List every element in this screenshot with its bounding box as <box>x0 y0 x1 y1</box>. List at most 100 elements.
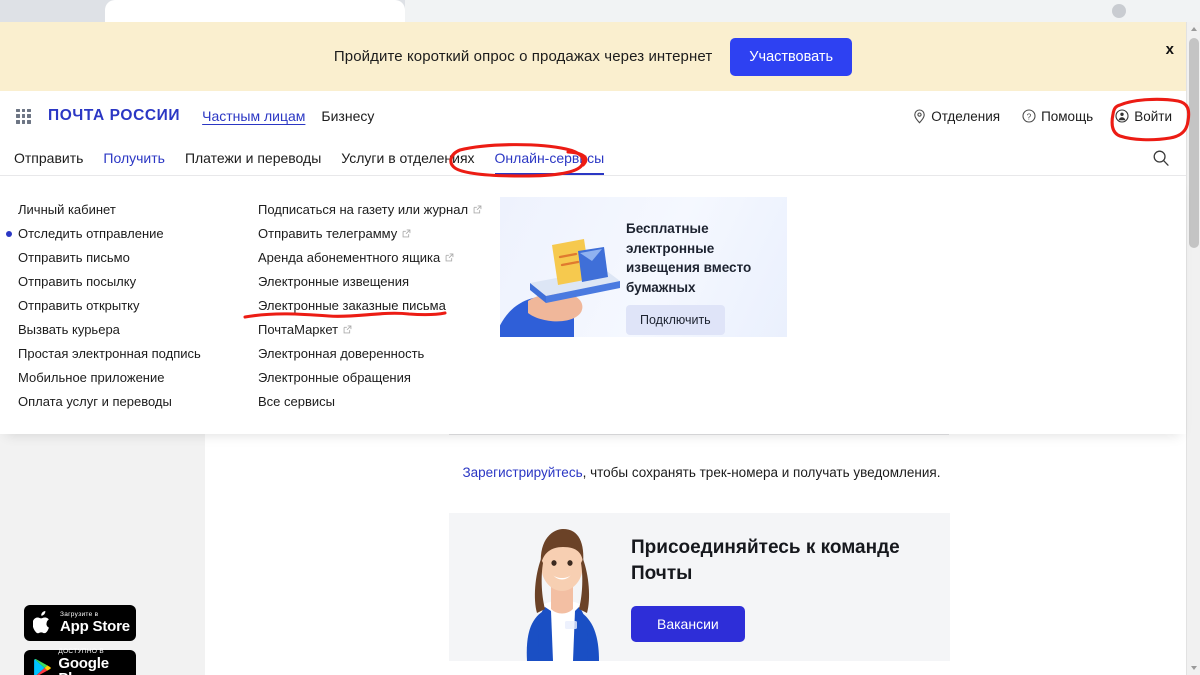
register-link[interactable]: Зарегистрируйтесь <box>463 465 583 480</box>
register-prompt: Зарегистрируйтесь, чтобы сохранять трек-… <box>449 465 954 480</box>
header-login-button[interactable]: Войти <box>1115 109 1172 124</box>
scrollbar-up-arrow-icon[interactable] <box>1187 22 1200 36</box>
external-link-icon <box>473 205 482 214</box>
dropdown-item-label: Все сервисы <box>258 394 335 409</box>
header-login-label: Войти <box>1134 108 1172 124</box>
survey-participate-button[interactable]: Участвовать <box>730 37 853 76</box>
scrollbar-thumb[interactable] <box>1189 38 1199 248</box>
nav-item-send[interactable]: Отправить <box>14 150 83 175</box>
dropdown-item-e-notifications[interactable]: Электронные извещения <box>258 274 493 289</box>
user-circle-icon <box>1115 109 1129 123</box>
dropdown-item-label: Электронная доверенность <box>258 346 425 361</box>
dropdown-item-label: Простая электронная подпись <box>18 346 201 361</box>
dropdown-column-1: Личный кабинет Отследить отправление Отп… <box>6 202 243 409</box>
dropdown-column-2: Подписаться на газету или журнал Отправи… <box>258 202 493 409</box>
dropdown-item-label: Электронные заказные письма <box>258 298 446 313</box>
dropdown-item-label: Оплата услуг и переводы <box>18 394 172 409</box>
external-link-icon <box>343 325 352 334</box>
dropdown-promo-card[interactable]: Бесплатные электронные извещения вместо … <box>500 197 787 337</box>
dropdown-item-payments-transfers[interactable]: Оплата услуг и переводы <box>18 394 243 409</box>
brand-logo[interactable]: ПОЧТА РОССИИ <box>48 107 180 125</box>
svg-text:?: ? <box>1027 111 1032 121</box>
dropdown-item-e-appeals[interactable]: Электронные обращения <box>258 370 493 385</box>
nav-item-office-services[interactable]: Услуги в отделениях <box>341 150 474 175</box>
online-services-dropdown: Личный кабинет Отследить отправление Отп… <box>0 176 1186 434</box>
dropdown-item-simple-e-signature[interactable]: Простая электронная подпись <box>18 346 243 361</box>
dropdown-item-label: Вызвать курьера <box>18 322 120 337</box>
google-play-badge-big: Google Play <box>58 654 109 675</box>
dropdown-item-e-registered-letters[interactable]: Электронные заказные письма <box>258 298 493 313</box>
dropdown-item-send-letter[interactable]: Отправить письмо <box>18 250 243 265</box>
dropdown-item-label: Мобильное приложение <box>18 370 165 385</box>
google-play-icon <box>34 659 51 675</box>
dropdown-item-send-parcel[interactable]: Отправить посылку <box>18 274 243 289</box>
active-bullet-icon <box>6 230 12 237</box>
page-root: Пройдите короткий опрос о продажах через… <box>0 0 1200 675</box>
dropdown-item-label: Электронные извещения <box>258 274 409 289</box>
dropdown-item-send-postcard[interactable]: Отправить открытку <box>18 298 243 313</box>
dropdown-item-label: Отправить телеграмму <box>258 226 398 241</box>
audience-link-business[interactable]: Бизнесу <box>321 108 374 124</box>
hand-holding-phone-with-letters-illustration <box>500 239 620 337</box>
header-right-group: Отделения ? Помощь Войти <box>913 109 1172 124</box>
google-play-badge[interactable]: ДОСТУПНО В Google Play <box>24 648 136 675</box>
dropdown-item-send-telegram[interactable]: Отправить телеграмму <box>258 226 493 241</box>
dropdown-item-track-shipment[interactable]: Отследить отправление <box>6 226 243 241</box>
promo-connect-button[interactable]: Подключить <box>626 305 725 335</box>
dropdown-item-label: Отправить открытку <box>18 298 140 313</box>
nav-item-online-services[interactable]: Онлайн-сервисы <box>494 150 604 175</box>
search-button[interactable] <box>1152 149 1170 167</box>
vertical-scrollbar[interactable] <box>1186 22 1200 675</box>
promo-title: Бесплатные электронные извещения вместо … <box>626 221 752 295</box>
apple-logo-icon <box>33 611 49 634</box>
main-nav: Отправить Получить Платежи и переводы Ус… <box>0 141 1186 176</box>
audience-link-individuals[interactable]: Частным лицам <box>202 108 305 124</box>
careers-banner-title: Присоединяйтесь к команде Почты <box>631 537 900 584</box>
content-divider <box>449 434 949 435</box>
audience-links: Частным лицам Бизнесу <box>202 108 374 124</box>
dropdown-item-mobile-app[interactable]: Мобильное приложение <box>18 370 243 385</box>
dropdown-item-label: ПочтаМаркет <box>258 322 339 337</box>
external-link-icon <box>445 253 454 262</box>
dropdown-item-label: Отследить отправление <box>18 226 164 241</box>
register-prompt-rest: , чтобы сохранять трек-номера и получать… <box>582 465 941 480</box>
apps-grid-icon[interactable] <box>16 108 31 124</box>
app-store-badge-text: Загрузите в App Store <box>60 611 130 635</box>
header-offices-link[interactable]: Отделения <box>913 109 1000 124</box>
header-help-label: Помощь <box>1041 108 1094 124</box>
app-store-badge-big: App Store <box>60 617 130 635</box>
dropdown-item-po-box-rental[interactable]: Аренда абонементного ящика <box>258 250 493 265</box>
dropdown-item-pochtamarket[interactable]: ПочтаМаркет <box>258 322 493 337</box>
dropdown-item-all-services[interactable]: Все сервисы <box>258 394 493 409</box>
dropdown-item-personal-account[interactable]: Личный кабинет <box>18 202 243 217</box>
browser-chrome-strip <box>0 0 1200 22</box>
browser-toolbar-area <box>405 0 1200 22</box>
external-link-icon <box>402 229 411 238</box>
header-offices-label: Отделения <box>931 108 1001 124</box>
close-icon[interactable]: x <box>1166 42 1174 57</box>
vacancies-button[interactable]: Вакансии <box>631 606 745 642</box>
dropdown-item-label: Отправить письмо <box>18 250 130 265</box>
header-help-link[interactable]: ? Помощь <box>1022 109 1093 124</box>
dropdown-item-label: Аренда абонементного ящика <box>258 250 441 265</box>
question-circle-icon: ? <box>1022 109 1036 123</box>
dropdown-item-e-power-of-attorney[interactable]: Электронная доверенность <box>258 346 493 361</box>
app-store-badge[interactable]: Загрузите в App Store <box>24 605 136 641</box>
main-nav-items: Отправить Получить Платежи и переводы Ус… <box>14 141 604 175</box>
browser-active-tab[interactable] <box>105 0 405 22</box>
dropdown-item-subscribe-press[interactable]: Подписаться на газету или журнал <box>258 202 493 217</box>
dropdown-item-label: Личный кабинет <box>18 202 116 217</box>
dropdown-item-label: Отправить посылку <box>18 274 137 289</box>
site-header: ПОЧТА РОССИИ Частным лицам Бизнесу Отдел… <box>0 91 1186 141</box>
postal-worker-woman-photo <box>487 513 637 661</box>
dropdown-item-call-courier[interactable]: Вызвать курьера <box>18 322 243 337</box>
careers-banner[interactable]: Присоединяйтесь к команде Почты Вакансии <box>449 513 950 661</box>
dropdown-item-label: Электронные обращения <box>258 370 411 385</box>
browser-profile-avatar-icon[interactable] <box>1112 4 1126 18</box>
survey-banner-text: Пройдите короткий опрос о продажах через… <box>333 48 713 65</box>
survey-banner: Пройдите короткий опрос о продажах через… <box>0 22 1186 91</box>
scrollbar-down-arrow-icon[interactable] <box>1187 661 1200 675</box>
nav-item-payments[interactable]: Платежи и переводы <box>185 150 321 175</box>
search-icon <box>1153 150 1169 166</box>
nav-item-receive[interactable]: Получить <box>103 150 165 175</box>
